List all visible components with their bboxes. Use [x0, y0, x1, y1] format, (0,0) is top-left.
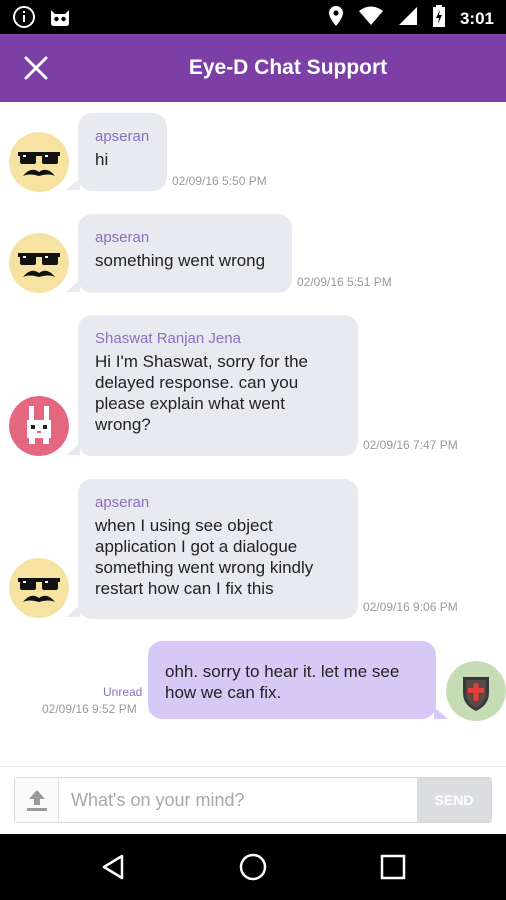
sunglasses-mustache-avatar[interactable]: [9, 233, 69, 293]
upload-icon[interactable]: [15, 778, 59, 822]
location-icon: [328, 5, 344, 32]
android-debug-icon: [48, 6, 72, 33]
message-bubble[interactable]: ohh. sorry to hear it. let me see how we…: [148, 641, 436, 719]
app-bar: Eye-D Chat Support: [0, 34, 506, 102]
message-bubble[interactable]: apseran something went wrong: [78, 214, 292, 293]
message-input[interactable]: [71, 790, 411, 811]
navigation-bar: [0, 834, 506, 900]
back-icon[interactable]: [98, 851, 130, 883]
message-text: Hi I'm Shaswat, sorry for the delayed re…: [95, 351, 340, 435]
message-timestamp: 02/09/16 7:47 PM: [363, 438, 458, 452]
chat-list[interactable]: apseran hi 02/09/16 5:50 PM apseran some…: [0, 102, 506, 766]
sunglasses-mustache-avatar[interactable]: [9, 132, 69, 192]
message-timestamp: 02/09/16 5:51 PM: [297, 275, 392, 289]
message-text: something went wrong: [95, 251, 266, 270]
message-composer: SEND: [0, 766, 506, 834]
message-sender: apseran: [95, 128, 150, 145]
message-line: please explain what went: [95, 394, 285, 413]
message-sender: apseran: [95, 494, 150, 511]
sunglasses-mustache-avatar[interactable]: [9, 558, 69, 618]
message-timestamp: 02/09/16 5:50 PM: [172, 174, 267, 188]
status-time: 3:01: [459, 8, 494, 28]
message-line: when I using see object: [95, 516, 273, 535]
message-line: something went wrong kindly: [95, 558, 314, 577]
message-line: Hi I'm Shaswat, sorry for the: [95, 352, 308, 371]
message-text: when I using see object application I go…: [95, 515, 340, 599]
message-text: ohh. sorry to hear it. let me see how we…: [165, 661, 418, 703]
wifi-icon: [358, 6, 384, 31]
composer-box: SEND: [14, 777, 492, 823]
bubble-tail: [434, 707, 448, 719]
message-bubble[interactable]: apseran hi: [78, 113, 167, 191]
message-sender: apseran: [95, 229, 150, 246]
message-bubble[interactable]: apseran when I using see object applicat…: [78, 479, 358, 619]
message-bubble[interactable]: Shaswat Ranjan Jena Hi I'm Shaswat, sorr…: [78, 315, 358, 456]
send-button[interactable]: SEND: [417, 778, 491, 822]
message-line: ohh. sorry to hear it. let me see: [165, 662, 400, 681]
signal-icon: [398, 6, 418, 31]
message-line: application I got a dialogue: [95, 537, 298, 556]
home-icon[interactable]: [237, 851, 269, 883]
battery-charging-icon: [432, 5, 446, 32]
message-sender: Shaswat Ranjan Jena: [95, 330, 241, 347]
message-timestamp: 02/09/16 9:52 PM: [42, 702, 137, 716]
status-bar: 3:01: [0, 0, 506, 34]
recents-icon[interactable]: [377, 851, 409, 883]
message-timestamp: 02/09/16 9:06 PM: [363, 600, 458, 614]
message-line: restart how can I fix this: [95, 579, 274, 598]
shield-cross-avatar[interactable]: [446, 661, 506, 721]
message-text: hi: [95, 150, 109, 169]
unread-status: Unread: [103, 685, 143, 699]
page-title: Eye-D Chat Support: [188, 56, 388, 79]
message-line: how we can fix.: [165, 683, 282, 702]
info-icon: [12, 5, 36, 34]
pixel-bunny-avatar[interactable]: [9, 396, 69, 456]
message-line: delayed response. can you: [95, 373, 299, 392]
message-line: wrong?: [95, 415, 151, 434]
